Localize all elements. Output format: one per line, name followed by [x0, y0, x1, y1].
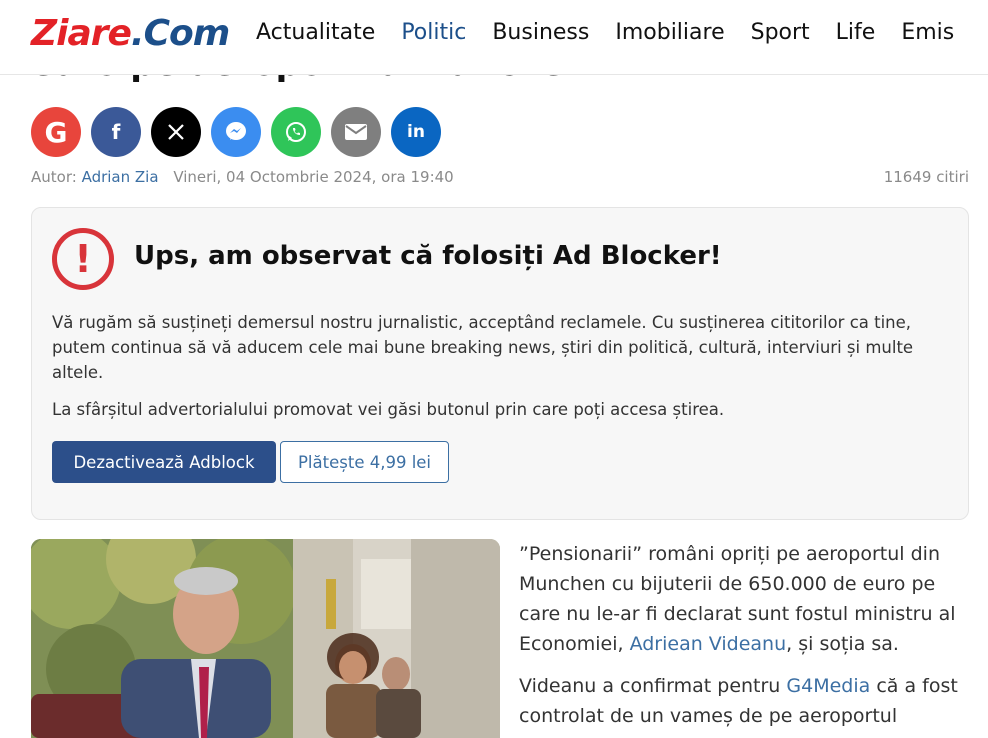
share-linkedin-button[interactable]: in — [391, 107, 441, 157]
article-paragraph: ”Pensionarii” români opriți pe aeroportu… — [519, 543, 956, 655]
nav-item-actualitate[interactable]: Actualitate — [256, 19, 375, 47]
share-messenger-button[interactable] — [211, 107, 261, 157]
google-icon: G — [44, 115, 68, 149]
pay-button[interactable]: Plătește 4,99 lei — [280, 441, 449, 483]
nav-item-politic[interactable]: Politic — [401, 19, 466, 47]
article-paragraph: Videanu a confirmat pentru G4Media că a … — [519, 675, 958, 727]
linkedin-icon: in — [407, 122, 425, 142]
disable-adblock-button[interactable]: Dezactivează Adblock — [52, 441, 276, 483]
read-count: 11649 citiri — [883, 168, 969, 186]
whatsapp-icon — [286, 122, 306, 142]
nav-item-life[interactable]: Life — [836, 19, 876, 47]
adblock-title: Ups, am observat că folosiți Ad Blocker! — [134, 241, 722, 271]
share-email-button[interactable] — [331, 107, 381, 157]
share-google-button[interactable]: G — [31, 107, 81, 157]
site-header: Ziare.Com Actualitate Politic Business I… — [0, 0, 988, 75]
adblock-notice: ! Ups, am observat că folosiți Ad Blocke… — [31, 207, 969, 520]
messenger-icon — [226, 122, 246, 140]
warning-icon: ! — [52, 228, 114, 290]
share-facebook-button[interactable]: f — [91, 107, 141, 157]
adblock-message: Vă rugăm să susțineți demersul nostru ju… — [52, 313, 914, 382]
share-x-button[interactable] — [151, 107, 201, 157]
author-link[interactable]: Adrian Zia — [82, 168, 159, 186]
facebook-icon: f — [111, 120, 121, 144]
nav-item-imobiliare[interactable]: Imobiliare — [615, 19, 724, 47]
email-icon — [345, 124, 367, 140]
adblock-note: La sfârșitul advertorialului promovat ve… — [52, 400, 725, 419]
site-logo[interactable]: Ziare.Com — [31, 12, 230, 56]
article-photo — [31, 539, 500, 738]
article-meta: Autor: Adrian Zia Vineri, 04 Octombrie 2… — [31, 167, 969, 187]
main-nav: Actualitate Politic Business Imobiliare … — [256, 19, 980, 47]
person-link[interactable]: Adriean Videanu — [630, 633, 787, 655]
source-link[interactable]: G4Media — [786, 675, 870, 697]
share-whatsapp-button[interactable] — [271, 107, 321, 157]
article-body: ”Pensionarii” români opriți pe aeroportu… — [519, 539, 971, 738]
nav-item-business[interactable]: Business — [492, 19, 589, 47]
share-buttons: G f in — [31, 107, 451, 157]
nav-item-emisiuni[interactable]: Emis — [901, 19, 954, 47]
x-icon — [168, 124, 184, 140]
article-date: Vineri, 04 Octombrie 2024, ora 19:40 — [173, 168, 454, 186]
author-label: Autor: — [31, 168, 77, 186]
nav-item-sport[interactable]: Sport — [751, 19, 810, 47]
